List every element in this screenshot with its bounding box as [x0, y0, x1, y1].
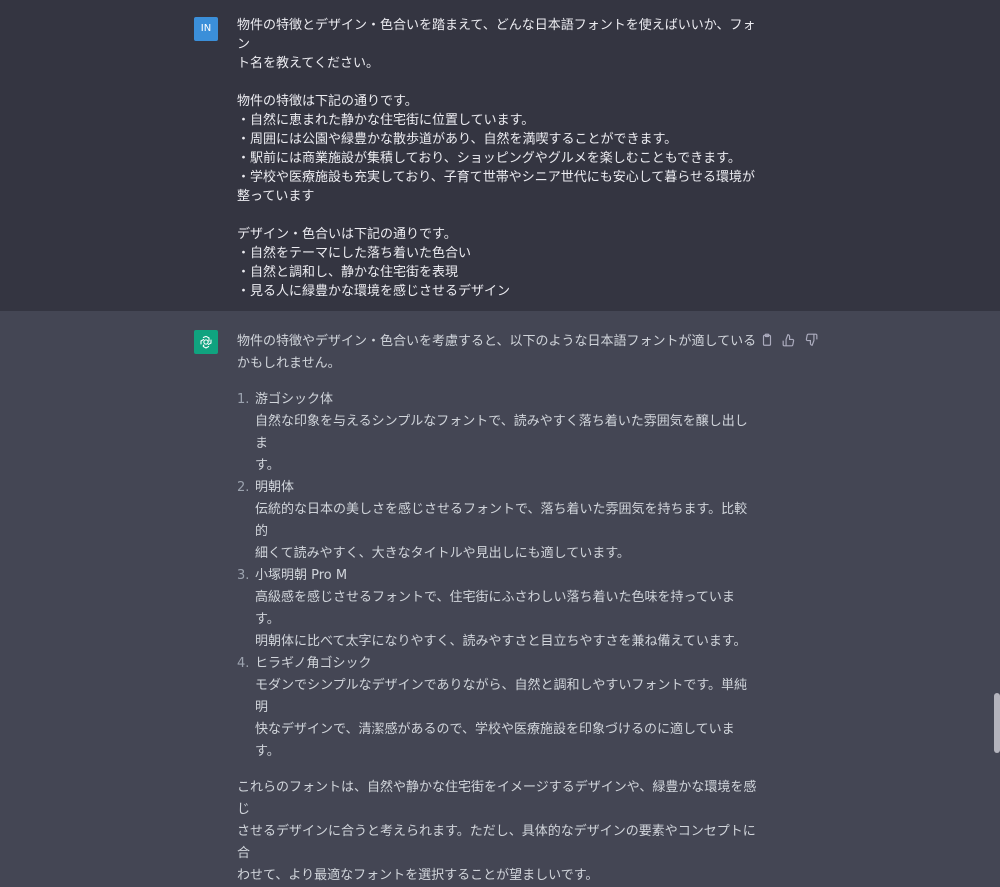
list-item: 2. 明朝体 伝統的な日本の美しさを感じさせるフォントで、落ち着いた雰囲気を持ち…: [237, 477, 757, 565]
user-line: 物件の特徴とデザイン・色合いを踏まえて、どんな日本語フォントを使えばいいか、フォ…: [237, 18, 756, 52]
user-line: 整っています: [237, 189, 315, 204]
list-number: 3.: [237, 568, 250, 583]
list-number: 1.: [237, 392, 250, 407]
user-line: ・自然に恵まれた静かな住宅街に位置しています。: [237, 113, 535, 128]
font-description: 高級感を感じさせるフォントで、住宅街にふさわしい落ち着いた色味を持っています。: [255, 590, 735, 627]
font-list: 1. 游ゴシック体 自然な印象を与えるシンプルなフォントで、読みやすく落ち着いた…: [237, 389, 757, 763]
font-name: ヒラギノ角ゴシック: [255, 656, 372, 671]
intro-line: 物件の特徴やデザイン・色合いを考慮すると、以下のような日本語フォントが適している: [237, 334, 757, 349]
font-description: 伝統的な日本の美しさを感じさせるフォントで、落ち着いた雰囲気を持ちます。比較的: [255, 502, 748, 539]
font-description: 自然な印象を与えるシンプルなフォントで、読みやすく落ち着いた雰囲気を醸し出しま: [255, 414, 748, 451]
font-name: 明朝体: [255, 480, 295, 495]
list-number: 4.: [237, 656, 250, 671]
user-line: デザイン・色合いは下記の通りです。: [237, 227, 457, 242]
outro-line: させるデザインに合うと考えられます。ただし、具体的なデザインの要素やコンセプトに…: [237, 824, 756, 861]
user-line: ・見る人に緑豊かな環境を感じさせるデザイン: [237, 284, 511, 299]
assistant-message-text: 物件の特徴やデザイン・色合いを考慮すると、以下のような日本語フォントが適している…: [237, 331, 757, 887]
message-actions: [760, 332, 818, 347]
clipboard-icon[interactable]: [760, 332, 774, 346]
user-line: ト名を教えてください。: [237, 56, 379, 71]
user-message: IN 物件の特徴とデザイン・色合いを踏まえて、どんな日本語フォントを使えばいいか…: [0, 0, 1000, 311]
outro-line: わせて、より最適なフォントを選択することが望ましいです。: [237, 868, 599, 883]
font-name: 小塚明朝 Pro M: [255, 568, 348, 583]
intro-line: かもしれません。: [237, 356, 341, 371]
user-line: ・自然と調和し、静かな住宅街を表現: [237, 265, 459, 280]
font-description: モダンでシンプルなデザインでありながら、自然と調和しやすいフォントです。単純明: [255, 678, 748, 715]
user-line: ・駅前には商業施設が集積しており、ショッピングやグルメを楽しむこともできます。: [237, 151, 741, 166]
user-avatar: IN: [194, 17, 218, 41]
font-description: 快なデザインで、清潔感があるので、学校や医療施設を印象づけるのに適しています。: [255, 722, 735, 759]
user-line: ・周囲には公園や緑豊かな散歩道があり、自然を満喫することができます。: [237, 132, 678, 147]
list-item: 3. 小塚明朝 Pro M 高級感を感じさせるフォントで、住宅街にふさわしい落ち…: [237, 565, 757, 653]
user-line: ・自然をテーマにした落ち着いた色合い: [237, 246, 472, 261]
font-description: 細くて読みやすく、大きなタイトルや見出しにも適しています。: [255, 546, 630, 561]
user-message-text: 物件の特徴とデザイン・色合いを踏まえて、どんな日本語フォントを使えばいいか、フォ…: [237, 16, 757, 301]
thumbs-down-icon[interactable]: [804, 332, 818, 346]
scrollbar-thumb[interactable]: [994, 693, 1000, 753]
outro-line: これらのフォントは、自然や静かな住宅街をイメージするデザインや、緑豊かな環境を感…: [237, 780, 757, 817]
openai-logo-icon: [194, 330, 218, 354]
font-name: 游ゴシック体: [255, 392, 334, 407]
user-line: 物件の特徴は下記の通りです。: [237, 94, 418, 109]
list-item: 4. ヒラギノ角ゴシック モダンでシンプルなデザインでありながら、自然と調和しや…: [237, 653, 757, 763]
font-description: 明朝体に比べて太字になりやすく、読みやすさと目立ちやすさを兼ね備えています。: [255, 634, 747, 649]
user-line: ・学校や医療施設も充実しており、子育て世帯やシニア世代にも安心して暮らせる環境が: [237, 170, 756, 185]
list-number: 2.: [237, 480, 250, 495]
list-item: 1. 游ゴシック体 自然な印象を与えるシンプルなフォントで、読みやすく落ち着いた…: [237, 389, 757, 477]
assistant-message: 物件の特徴やデザイン・色合いを考慮すると、以下のような日本語フォントが適している…: [0, 311, 1000, 883]
font-description: す。: [255, 458, 280, 473]
thumbs-up-icon[interactable]: [782, 332, 796, 347]
